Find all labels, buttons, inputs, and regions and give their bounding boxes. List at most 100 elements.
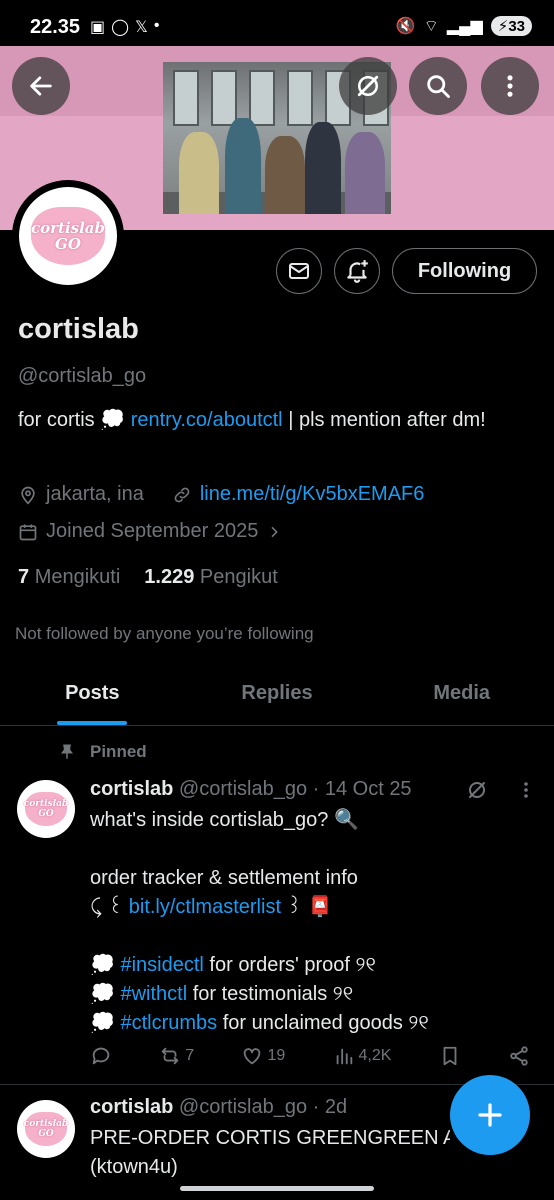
following-count-link[interactable]: 7 Mengikuti bbox=[18, 566, 120, 589]
person-figure bbox=[225, 118, 261, 214]
tab-media[interactable]: Media bbox=[369, 668, 554, 725]
bio-text: for cortis 💭 bbox=[18, 409, 131, 431]
bookmark-icon bbox=[443, 1046, 457, 1066]
mute-icon: 🔇 bbox=[395, 18, 416, 35]
like-button[interactable]: 19 bbox=[241, 1045, 285, 1067]
following-button[interactable]: Following bbox=[392, 248, 537, 294]
location-text: jakarta, ina bbox=[46, 483, 144, 505]
pinned-label: Pinned bbox=[90, 742, 147, 761]
person-figure bbox=[305, 122, 341, 214]
screenshot-icon: ▣ bbox=[90, 19, 106, 36]
pin-icon bbox=[61, 744, 73, 759]
compose-button[interactable] bbox=[450, 1075, 530, 1155]
hashtag-link[interactable]: #withctl bbox=[120, 983, 187, 1005]
tweet-text: 💭 bbox=[90, 983, 121, 1005]
share-button[interactable] bbox=[508, 1045, 530, 1067]
tweet-line: what's inside cortislab_go? 🔍 bbox=[90, 809, 359, 831]
tweet-line: (ktown4u) bbox=[90, 1156, 178, 1178]
battery-indicator: ⚡33 bbox=[490, 16, 532, 36]
bookmark-button[interactable] bbox=[439, 1045, 461, 1067]
website-link[interactable]: line.me/ti/g/Kv5bxEMAF6 bbox=[200, 483, 425, 506]
tweet-author[interactable]: cortislab bbox=[90, 778, 173, 800]
pinned-indicator: Pinned bbox=[58, 742, 147, 762]
tab-posts[interactable]: Posts bbox=[0, 668, 185, 725]
window bbox=[173, 70, 199, 126]
heart-logo: cortislab GO bbox=[31, 207, 105, 265]
avatar-text: GO bbox=[38, 1129, 54, 1139]
bio-link[interactable]: rentry.co/aboutctl bbox=[131, 409, 283, 431]
tweet-line: order tracker & settlement info bbox=[90, 867, 358, 889]
avatar-text: cortislab bbox=[23, 1119, 69, 1129]
grok-icon bbox=[469, 782, 485, 798]
notify-button[interactable] bbox=[334, 248, 380, 294]
search-button[interactable] bbox=[409, 57, 467, 115]
mutual-followers-note: Not followed by anyone you’re following bbox=[15, 624, 314, 643]
tab-replies[interactable]: Replies bbox=[185, 668, 370, 725]
tweet-header: cortislab @cortislab_go · 2d bbox=[90, 1096, 347, 1119]
tweet-line: ⤹ ꒰ bit.ly/ctlmasterlist ꒱ 📮 bbox=[90, 893, 540, 922]
following-count: 7 bbox=[18, 566, 30, 588]
tweet-author[interactable]: cortislab bbox=[90, 1096, 173, 1118]
tweet-body[interactable]: PRE-ORDER CORTIS GREENGREEN AL (ktown4u) bbox=[90, 1124, 450, 1182]
back-button[interactable] bbox=[12, 57, 70, 115]
calendar-icon bbox=[19, 524, 37, 540]
retweet-icon bbox=[162, 1047, 179, 1065]
status-time: 22.35 bbox=[30, 16, 81, 38]
tweet-more-button[interactable] bbox=[518, 778, 534, 808]
tweet-text: for orders' proof ୨୧ bbox=[203, 954, 376, 976]
avatar-text: GO bbox=[55, 235, 81, 253]
hashtag-link[interactable]: #insidectl bbox=[120, 954, 203, 976]
follow-counts: 7 Mengikuti 1.229 Pengikut bbox=[18, 566, 278, 589]
reply-button[interactable] bbox=[90, 1045, 112, 1067]
reply-icon bbox=[92, 1047, 110, 1065]
whatsapp-icon: ◯ bbox=[111, 19, 130, 36]
status-bar: 22.35 ▣ ◯ 𝕏 • 🔇 ⌔ ▂▄▆ ⚡33 bbox=[0, 0, 554, 46]
tweet-line: PRE-ORDER CORTIS GREENGREEN AL bbox=[90, 1127, 450, 1149]
share-icon bbox=[510, 1046, 528, 1066]
tweet-link[interactable]: bit.ly/ctlmasterlist bbox=[129, 896, 281, 918]
following-label: Mengikuti bbox=[34, 566, 121, 588]
views-count: 4,2K bbox=[358, 1047, 392, 1064]
tweet-text: 💭 bbox=[90, 954, 121, 976]
tweet-avatar[interactable]: cortislab GO bbox=[17, 1100, 75, 1158]
grok-icon bbox=[357, 75, 379, 97]
tweet-text: for testimonials ୨୧ bbox=[187, 983, 354, 1005]
retweet-count: 7 bbox=[185, 1047, 195, 1064]
home-indicator[interactable] bbox=[180, 1186, 374, 1191]
tweet-meta: @cortislab_go · 14 Oct 25 bbox=[178, 778, 412, 800]
tweet-text: 💭 bbox=[90, 1012, 121, 1034]
profile-name: cortislab bbox=[18, 313, 139, 345]
tweet-body[interactable]: what's inside cortislab_go? 🔍 order trac… bbox=[90, 806, 540, 1038]
bell-plus-icon bbox=[347, 260, 368, 283]
retweet-button[interactable]: 7 bbox=[159, 1045, 194, 1067]
more-vertical-icon bbox=[524, 782, 528, 798]
wifi-icon: ⌔ bbox=[423, 18, 439, 35]
signal-icon: ▂▄▆ bbox=[446, 18, 483, 35]
more-options-button[interactable] bbox=[481, 57, 539, 115]
profile-avatar[interactable]: cortislab GO bbox=[12, 180, 124, 292]
hashtag-link[interactable]: #ctlcrumbs bbox=[120, 1012, 217, 1034]
profile-handle: @cortislab_go bbox=[18, 365, 147, 387]
search-icon bbox=[427, 75, 450, 98]
avatar-text: cortislab bbox=[30, 219, 106, 237]
tweet-text: for unclaimed goods ୨୧ bbox=[217, 1012, 429, 1034]
person-figure bbox=[265, 136, 305, 214]
link-icon bbox=[174, 487, 190, 502]
window bbox=[249, 70, 275, 126]
heart-icon bbox=[244, 1048, 261, 1065]
profile-bio: for cortis 💭 rentry.co/aboutctl | pls me… bbox=[18, 406, 538, 435]
location-icon bbox=[21, 486, 35, 505]
grok-tweet-button[interactable] bbox=[465, 778, 489, 807]
tweet-actions: 7 19 4,2K bbox=[90, 1045, 530, 1067]
message-button[interactable] bbox=[276, 248, 322, 294]
followers-count-link[interactable]: 1.229 Pengikut bbox=[144, 566, 277, 589]
tweet-avatar[interactable]: cortislab GO bbox=[17, 780, 75, 838]
system-icons: 🔇 ⌔ ▂▄▆ ⚡33 bbox=[396, 16, 532, 36]
window bbox=[211, 70, 237, 126]
person-figure bbox=[345, 132, 385, 214]
joined-row[interactable]: Joined September 2025 bbox=[18, 520, 282, 543]
views-button[interactable]: 4,2K bbox=[333, 1045, 392, 1067]
avatar-text: GO bbox=[38, 809, 54, 819]
grok-button[interactable] bbox=[339, 57, 397, 115]
dot-icon: • bbox=[153, 17, 160, 34]
